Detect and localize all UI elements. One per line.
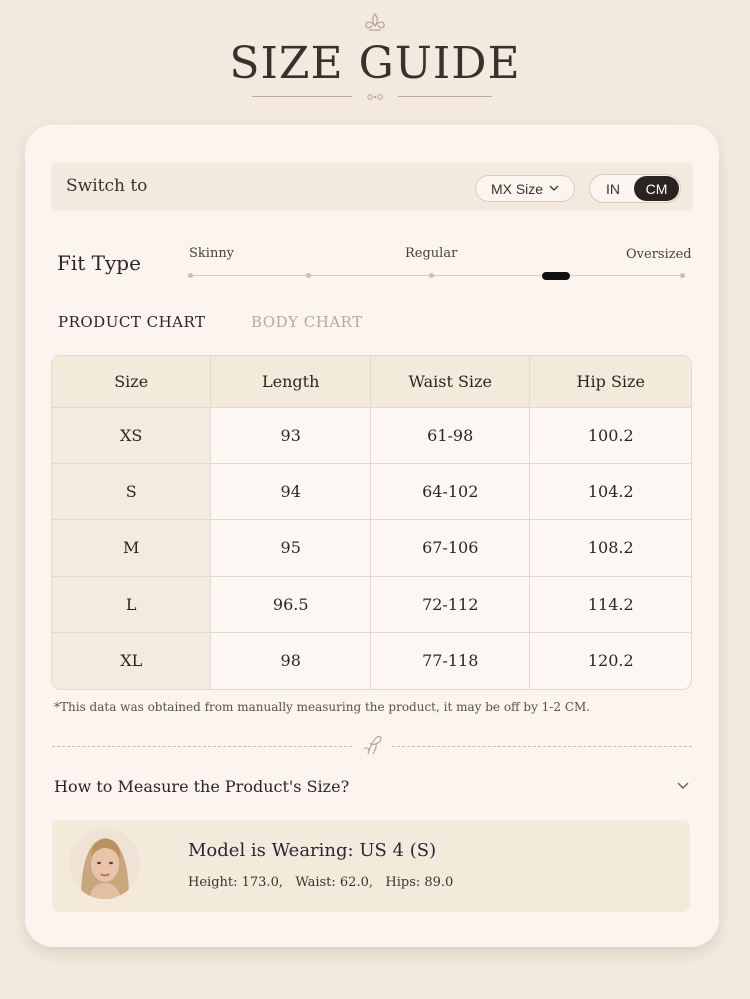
table-cell-size: L — [52, 576, 212, 633]
fleur-ornament-icon — [365, 12, 385, 31]
fit-option-regular[interactable]: Regular — [405, 246, 457, 261]
how-to-measure-accordion[interactable]: How to Measure the Product's Size? — [54, 773, 694, 803]
table-cell-size: S — [52, 464, 212, 521]
table-cell: 120.2 — [587, 651, 634, 671]
fit-option-skinny[interactable]: Skinny — [189, 246, 234, 261]
table-row: L 96.5 72-112 114.2 — [52, 576, 691, 633]
table-cell: 95 — [211, 520, 371, 577]
fit-tick — [680, 273, 685, 278]
fit-tick — [429, 273, 434, 278]
tab-product-chart[interactable]: PRODUCT CHART — [58, 313, 206, 331]
table-cell: 98 — [211, 632, 371, 689]
page-header: SIZE GUIDE — [0, 0, 750, 125]
script-monogram-icon — [363, 735, 382, 755]
fit-tick — [188, 273, 193, 278]
unit-toggle: IN CM — [589, 174, 681, 203]
size-table: Size Length Waist Size Hip Size XS 93 61… — [51, 355, 692, 690]
region-size-value: MX Size — [490, 180, 544, 197]
unit-cm-button[interactable]: CM — [634, 176, 679, 201]
region-size-select[interactable]: MX Size — [475, 175, 575, 202]
table-cell-size: XL — [52, 632, 212, 689]
title-rule-left — [252, 96, 352, 97]
table-cell-size: XS — [52, 408, 212, 465]
fit-type-slider-handle[interactable] — [542, 272, 570, 280]
table-header-cell: Size — [52, 356, 212, 408]
fit-tick — [306, 273, 311, 278]
table-row: XS 93 61-98 100.2 — [52, 408, 691, 465]
table-header-cell: Hip Size — [530, 356, 691, 408]
table-cell-size: M — [52, 520, 212, 577]
switch-bar: Switch to MX Size IN CM — [51, 163, 693, 211]
table-cell: 108.2 — [530, 520, 691, 577]
tab-body-chart[interactable]: BODY CHART — [251, 313, 363, 331]
avatar — [69, 828, 140, 899]
table-cell: 114.2 — [530, 577, 691, 633]
table-header-cell: Length — [211, 356, 371, 408]
model-wearing-size: Model is Wearing: US 4 (S) — [188, 840, 437, 861]
fit-type-label: Fit Type — [57, 251, 141, 275]
table-row: M 95 67-106 108.2 — [52, 520, 691, 577]
table-cell: 100.2 — [530, 408, 691, 465]
page-title: SIZE GUIDE — [229, 38, 521, 89]
fit-type-slider-track[interactable] — [190, 275, 685, 276]
table-cell: 61-98 — [370, 408, 531, 465]
table-header-row: Size Length Waist Size Hip Size — [52, 356, 691, 408]
table-cell: 67-106 — [370, 520, 531, 577]
title-rule-right — [398, 96, 492, 97]
title-ornament-icon — [367, 94, 383, 100]
table-row: XL 98 77-118 120.2 — [52, 632, 691, 689]
fit-option-oversized[interactable]: Oversized — [626, 247, 692, 262]
table-cell: 104.2 — [530, 464, 691, 521]
model-measurements: Height: 173.0, Waist: 62.0, Hips: 89.0 — [188, 875, 454, 890]
how-to-measure-title: How to Measure the Product's Size? — [54, 777, 350, 796]
section-divider — [52, 746, 352, 747]
table-cell: 72-112 — [370, 576, 531, 633]
switch-label: Switch to — [66, 176, 148, 196]
model-info-box: Model is Wearing: US 4 (S) Height: 173.0… — [52, 820, 690, 912]
model-photo — [69, 828, 140, 899]
chevron-down-icon — [677, 782, 689, 789]
table-header-cell: Waist Size — [370, 356, 531, 408]
table-row: S 94 64-102 104.2 — [52, 464, 691, 521]
chevron-down-icon — [549, 185, 559, 191]
table-cell: 64-102 — [370, 464, 531, 521]
table-cell: 94 — [211, 464, 371, 521]
section-divider — [392, 746, 692, 747]
table-cell: 96.5 — [211, 576, 371, 633]
unit-in-button[interactable]: IN — [590, 175, 636, 202]
table-cell: 77-118 — [371, 632, 531, 689]
size-guide-card: Switch to MX Size IN CM Fit Type Skinny … — [25, 125, 719, 947]
table-cell: 93 — [211, 408, 371, 465]
measurement-note: *This data was obtained from manually me… — [54, 700, 591, 714]
